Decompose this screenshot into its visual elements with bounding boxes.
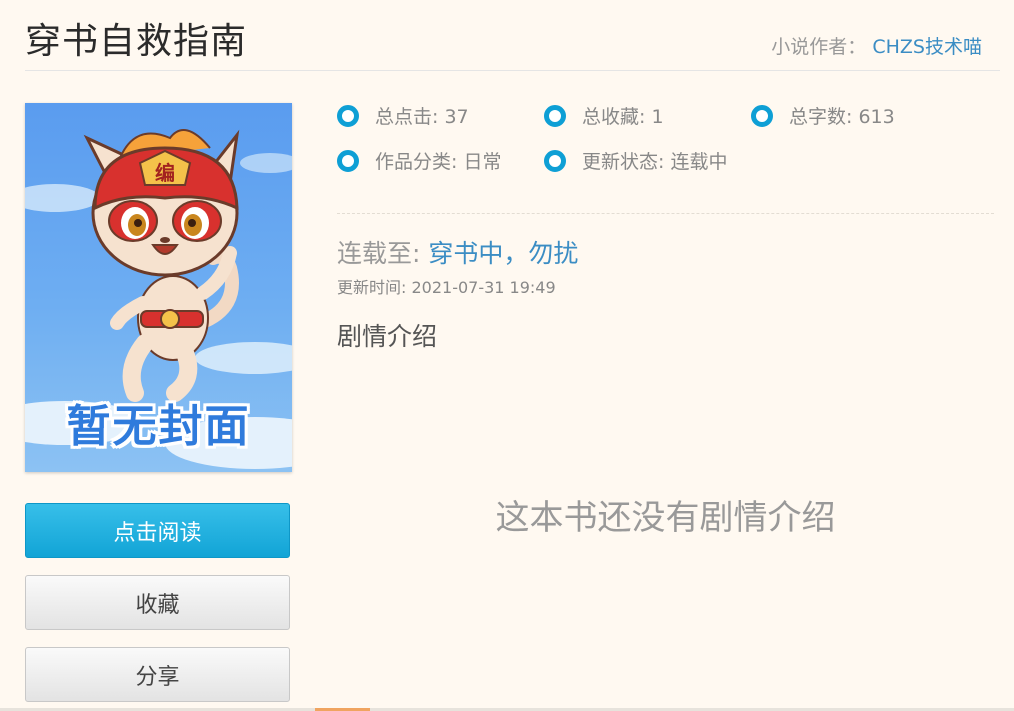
latest-chapter: 连载至: 穿书中，勿扰 (337, 234, 578, 270)
section-divider (337, 213, 994, 214)
update-time: 更新时间: 2021-07-31 19:49 (337, 278, 556, 297)
intro-heading: 剧情介绍 (337, 322, 438, 351)
latest-chapter-link[interactable]: 穿书中，勿扰 (428, 239, 578, 268)
stat-total-favorites: 总收藏: 1 (544, 102, 664, 129)
bullet-ring-icon (544, 149, 566, 172)
stat-update-status: 更新状态: 连载中 (544, 147, 727, 174)
favorite-button[interactable]: 收藏 (25, 575, 290, 630)
stat-total-words-text: 总字数: 613 (789, 106, 895, 128)
header-divider (25, 70, 1000, 71)
stat-category: 作品分类: 日常 (337, 147, 501, 174)
latest-chapter-prefix: 连载至: (337, 239, 421, 268)
author-info: 小说作者： CHZS技术喵 (771, 32, 982, 59)
bullet-ring-icon (751, 104, 773, 127)
stat-total-clicks-text: 总点击: 37 (375, 106, 469, 128)
bullet-ring-icon (337, 149, 359, 172)
stat-category-text: 作品分类: 日常 (375, 151, 502, 173)
bullet-ring-icon (337, 104, 359, 127)
bullet-ring-icon (544, 104, 566, 127)
book-title: 穿书自救指南 (25, 21, 248, 62)
intro-empty-message: 这本书还没有剧情介绍 (495, 498, 836, 538)
read-button[interactable]: 点击阅读 (25, 503, 290, 558)
stat-total-favorites-text: 总收藏: 1 (582, 106, 664, 128)
share-button[interactable]: 分享 (25, 647, 290, 702)
author-link[interactable]: CHZS技术喵 (872, 36, 982, 58)
author-label: 小说作者： (771, 36, 867, 58)
cover-badge-char: 编 (155, 161, 175, 185)
book-cover: 编 暂无封面 (25, 103, 292, 472)
stat-update-status-text: 更新状态: 连载中 (582, 151, 728, 173)
stat-total-clicks: 总点击: 37 (337, 102, 469, 129)
cover-placeholder-text: 暂无封面 (66, 401, 251, 452)
stat-total-words: 总字数: 613 (751, 102, 895, 129)
